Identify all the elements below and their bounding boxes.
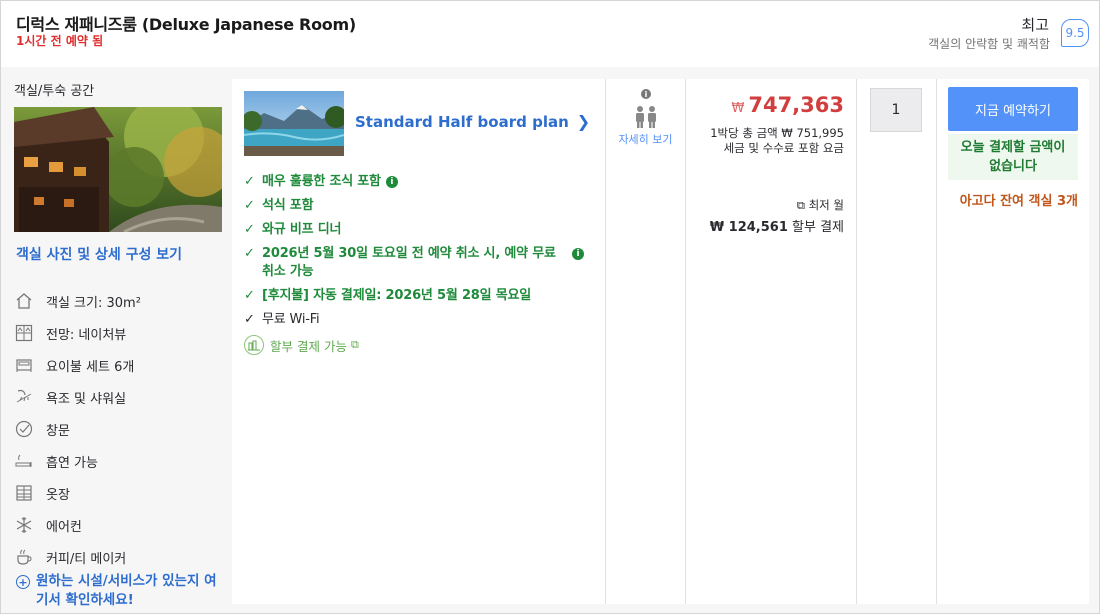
room-size-icon (14, 291, 34, 311)
amenity-list: 객실 크기: 30m² 전망: 네이처뷰 요이불 세트 6개 욕조 및 샤워실 (14, 285, 229, 573)
installment-amount: ₩ 124,561 할부 결제 (710, 216, 844, 235)
per-night-total: 1박당 총 금액 ₩ 751,995 (710, 126, 844, 140)
amenity-label: 욕조 및 샤워실 (46, 391, 127, 407)
benefit-label: 무료 Wi-Fi (262, 312, 320, 327)
checkmark-icon: ✓ (244, 246, 255, 261)
room-header: 디럭스 재패니즈룸 (Deluxe Japanese Room) 1시간 전 예… (1, 1, 1099, 67)
room-info-column: 객실/투숙 공간 객실 사진 및 상세 구성 보기 객실 크기: 30m² 전망… (1, 67, 231, 613)
amenity-item: 창문 (14, 413, 229, 445)
futon-icon (14, 355, 34, 375)
room-photo[interactable] (14, 107, 222, 232)
benefit-label: [후지불] 자동 결제일: 2026년 5월 28일 목요일 (262, 288, 531, 303)
price-main: ₩ 747,363 (731, 93, 844, 117)
checkmark-icon: ✓ (244, 312, 255, 327)
benefit-item: ✓ 와규 비프 디너 (244, 221, 594, 239)
amenity-label: 옷장 (46, 487, 70, 503)
installment-amount-value: ₩ 124,561 (709, 220, 788, 235)
pay-nothing-today-badge: 오늘 결제할 금액이 없습니다 (948, 134, 1078, 180)
amenity-label: 창문 (46, 423, 70, 439)
column-divider (856, 79, 857, 604)
booked-recently-note: 1시간 전 예약 됨 (16, 34, 104, 48)
amenity-search-label: 원하는 시설/서비스가 있는지 여기서 확인하세요! (36, 573, 217, 608)
checkmark-icon: ✓ (244, 174, 255, 189)
smoking-icon (14, 451, 34, 471)
benefit-label: 석식 포함 (262, 198, 314, 213)
plus-circle-icon: + (16, 575, 30, 589)
installment-from-label: ⧉ 최저 월 (797, 197, 844, 213)
shower-icon (14, 387, 34, 407)
rate-plan-card: Standard Half board plan ❯ ✓ 매우 훌륭한 조식 포… (232, 79, 1089, 604)
air-conditioner-icon (14, 515, 34, 535)
occupancy-column: i 자세히 보기 (606, 79, 685, 179)
amenity-item: 요이불 세트 6개 (14, 349, 229, 381)
info-icon[interactable]: i (385, 176, 398, 188)
plan-name-link[interactable]: Standard Half board plan ❯ (355, 112, 590, 131)
room-space-label: 객실/투숙 공간 (14, 84, 95, 99)
book-now-button[interactable]: 지금 예약하기 (948, 87, 1078, 131)
rating-word: 최고 (1021, 16, 1049, 34)
amenity-search-link[interactable]: + 원하는 시설/서비스가 있는지 여기서 확인하세요! (16, 572, 226, 610)
amenity-item: 전망: 네이처뷰 (14, 317, 229, 349)
room-card-frame: 디럭스 재패니즈룸 (Deluxe Japanese Room) 1시간 전 예… (0, 0, 1100, 614)
plan-thumbnail-image (244, 91, 344, 156)
amenity-item: 객실 크기: 30m² (14, 285, 229, 317)
amenity-item: 커피/티 메이커 (14, 541, 229, 573)
tax-note: 세금 및 수수료 포함 요금 (723, 141, 844, 155)
room-quantity-select[interactable]: 1 (870, 88, 922, 132)
coffee-maker-icon (14, 547, 34, 567)
installment-icon (244, 335, 264, 355)
plan-name-label: Standard Half board plan (355, 112, 569, 131)
benefit-label: 와규 비프 디너 (262, 222, 342, 237)
benefit-item: ✓ 무료 Wi-Fi (244, 311, 594, 329)
benefit-label: 2026년 5월 30일 토요일 전 예약 취소 시, 예약 무료 취소 가능 (262, 246, 556, 279)
chevron-right-icon: ❯ (576, 112, 591, 131)
benefit-list: ✓ 매우 훌륭한 조식 포함 i ✓ 석식 포함 ✓ 와규 비프 디너 ✓ 202… (244, 173, 594, 355)
installment-amount-suffix: 할부 결제 (792, 220, 844, 235)
room-photo-image (14, 107, 222, 232)
two-guests-icon (636, 106, 656, 128)
price-currency: ₩ (731, 101, 745, 116)
column-divider (936, 79, 937, 604)
benefit-item: ✓ 매우 훌륭한 조식 포함 i (244, 173, 594, 191)
amenity-label: 에어컨 (46, 519, 82, 535)
info-icon[interactable]: i (641, 89, 651, 99)
checkmark-icon: ✓ (244, 198, 255, 213)
external-link-icon: ⧉ (350, 338, 359, 351)
benefit-item: ✓ 석식 포함 (244, 197, 594, 215)
occupancy-details-link[interactable]: 자세히 보기 (618, 131, 673, 148)
rating-score-badge: 9.5 (1061, 19, 1089, 47)
amenity-label: 흡연 가능 (46, 455, 98, 471)
amenity-item: 에어컨 (14, 509, 229, 541)
amenity-label: 전망: 네이처뷰 (46, 327, 127, 343)
plan-thumbnail[interactable] (244, 91, 344, 156)
price-column: ₩ 747,363 1박당 총 금액 ₩ 751,995 세금 및 수수료 포함… (686, 79, 856, 339)
rooms-left-notice: 아고다 잔여 객실 3개 (959, 194, 1078, 209)
installment-label: 할부 결제 가능 (270, 338, 347, 354)
wardrobe-icon (14, 483, 34, 503)
amenity-label: 요이불 세트 6개 (46, 359, 135, 375)
rating-subtitle: 객실의 안락함 및 쾌적함 (928, 37, 1050, 51)
installment-available[interactable]: 할부 결제 가능 ⧉ (244, 335, 594, 355)
window-icon (14, 419, 34, 439)
price-amount: 747,363 (748, 93, 844, 117)
amenity-item: 욕조 및 샤워실 (14, 381, 229, 413)
amenity-item: 옷장 (14, 477, 229, 509)
checkmark-icon: ✓ (244, 288, 255, 303)
benefit-label: 매우 훌륭한 조식 포함 (262, 174, 381, 189)
amenity-label: 커피/티 메이커 (46, 551, 127, 567)
info-icon[interactable]: i (572, 248, 584, 260)
view-icon (14, 323, 34, 343)
amenity-item: 흡연 가능 (14, 445, 229, 477)
benefit-item: ✓ 2026년 5월 30일 토요일 전 예약 취소 시, 예약 무료 취소 가… (244, 245, 594, 281)
amenity-label: 객실 크기: 30m² (46, 295, 141, 311)
external-link-icon: ⧉ (796, 198, 805, 212)
checkmark-icon: ✓ (244, 222, 255, 237)
installment-from-text: 최저 월 (808, 198, 844, 212)
benefit-item: ✓ [후지불] 자동 결제일: 2026년 5월 28일 목요일 (244, 287, 594, 305)
room-photos-link[interactable]: 객실 사진 및 상세 구성 보기 (16, 244, 182, 264)
